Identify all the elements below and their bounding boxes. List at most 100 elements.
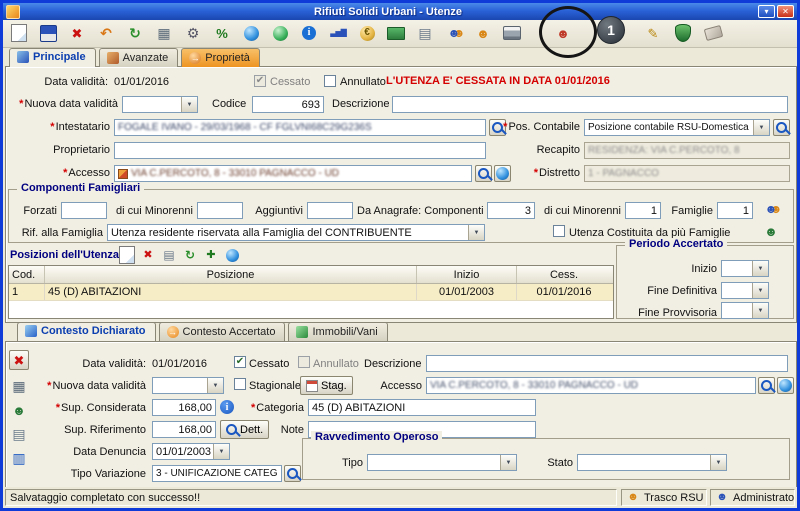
tab-immobili-vani[interactable]: Immobili/Vani — [288, 322, 387, 341]
ctx-annullato-checkbox[interactable] — [298, 356, 310, 368]
eraser-button[interactable] — [701, 21, 725, 45]
delete-position-button[interactable]: ✖ — [139, 246, 157, 264]
chevron-down-icon[interactable]: ▼ — [181, 97, 197, 112]
chevron-down-icon[interactable]: ▼ — [710, 455, 726, 470]
add-position-button[interactable]: ✚ — [202, 246, 220, 264]
grid-context-button[interactable]: ▦ — [9, 376, 29, 396]
documents-button[interactable]: ▤ — [413, 21, 437, 45]
ctx-accesso-search-button[interactable] — [758, 377, 775, 394]
ctx-accesso-map-button[interactable] — [777, 377, 794, 394]
chevron-down-icon[interactable]: ▼ — [753, 120, 769, 135]
delete-button[interactable]: ✖ — [65, 21, 89, 45]
info-icon[interactable]: i — [220, 400, 234, 414]
shield-button[interactable] — [671, 21, 695, 45]
person-context-button[interactable]: ☻ — [9, 400, 29, 420]
print-button[interactable] — [500, 21, 524, 45]
chevron-down-icon[interactable]: ▼ — [468, 225, 484, 240]
stagionale-checkbox[interactable] — [234, 378, 246, 390]
famiglia-add-button[interactable]: ☻ — [761, 221, 781, 241]
percent-button[interactable]: % — [210, 21, 234, 45]
ctx-accesso-field[interactable]: VIA C.PERCOTO, 8 - 33010 PAGNACCO - UD — [426, 377, 756, 394]
user-alert-button[interactable]: ☻ — [551, 21, 575, 45]
intestatario-field[interactable]: FOGALE IVANO - 29/03/1968 - CF FGLVNI68C… — [114, 119, 486, 136]
ravvedimento-tipo-combo[interactable]: ▼ — [367, 454, 517, 471]
pos-contabile-search-button[interactable] — [773, 119, 790, 136]
map-position-button[interactable] — [223, 246, 241, 264]
chevron-down-icon[interactable]: ▼ — [752, 261, 768, 276]
minorenni-field[interactable] — [197, 202, 243, 219]
undo-button[interactable]: ↶ — [94, 21, 118, 45]
immobili-vani-tab-icon — [296, 326, 308, 338]
ctx-descrizione-field[interactable] — [426, 355, 788, 372]
save-button[interactable] — [36, 21, 60, 45]
famiglie-detail-button[interactable]: ☻ — [761, 199, 781, 219]
book-context-button[interactable]: ▥ — [9, 448, 29, 468]
chart-button[interactable]: ▃▅▇ — [326, 21, 350, 45]
minimize-button[interactable]: ▾ — [758, 5, 775, 18]
ravvedimento-title: Ravvedimento Operoso — [311, 431, 442, 443]
fine-definitiva-combo[interactable]: ▼ — [721, 282, 769, 299]
anagrafe-minorenni-field[interactable]: 1 — [625, 202, 661, 219]
close-button[interactable]: ✕ — [777, 5, 794, 18]
rif-famiglia-combo[interactable]: Utenza residente riservata alla Famiglia… — [107, 224, 485, 241]
settings-button[interactable]: ⚙ — [181, 21, 205, 45]
tab-contesto-accertato[interactable]: →Contesto Accertato — [159, 322, 286, 341]
euro-button[interactable]: € — [355, 21, 379, 45]
famiglie-field[interactable]: 1 — [717, 202, 753, 219]
sup-considerata-field[interactable]: 168,00 — [152, 399, 216, 416]
sup-riferimento-field[interactable]: 168,00 — [152, 421, 216, 438]
sheet-context-button[interactable]: ▤ — [9, 424, 29, 444]
tab-principale[interactable]: Principale — [9, 48, 96, 67]
codice-field[interactable]: 693 — [252, 96, 324, 113]
dett-button[interactable]: Dett. — [220, 420, 269, 439]
globe-button[interactable] — [239, 21, 263, 45]
globe-green-button[interactable] — [268, 21, 292, 45]
refresh-position-button[interactable]: ↻ — [181, 246, 199, 264]
annullato-checkbox[interactable] — [324, 75, 336, 87]
banknote-button[interactable] — [384, 21, 408, 45]
status-app-cell: ☻Trasco RSU — [621, 489, 707, 506]
stag-button[interactable]: Stag. — [300, 376, 353, 395]
accesso-field[interactable]: VIA C.PERCOTO, 8 - 33010 PAGNACCO - UD — [114, 165, 472, 182]
tipo-variazione-field[interactable]: 3 - UNIFICAZIONE CATEGORI — [152, 465, 282, 482]
categoria-field[interactable]: 45 (D) ABITAZIONI — [308, 399, 536, 416]
tipo-variazione-search-button[interactable] — [284, 465, 301, 482]
chevron-down-icon[interactable]: ▼ — [207, 378, 223, 393]
aggiuntivi-field[interactable] — [307, 202, 353, 219]
chevron-down-icon[interactable]: ▼ — [752, 303, 768, 318]
ravvedimento-stato-combo[interactable]: ▼ — [577, 454, 727, 471]
cessato-checkbox[interactable]: ✔ — [254, 75, 266, 87]
chevron-down-icon[interactable]: ▼ — [213, 444, 229, 459]
person-button[interactable]: ☻ — [471, 21, 495, 45]
periodo-inizio-combo[interactable]: ▼ — [721, 260, 769, 277]
nuova-data-combo[interactable]: ▼ — [122, 96, 198, 113]
edit-note-button[interactable]: ✎ — [641, 21, 665, 45]
chevron-down-icon[interactable]: ▼ — [752, 283, 768, 298]
data-denuncia-combo[interactable]: 01/01/2003▼ — [152, 443, 230, 460]
ctx-cessato-checkbox[interactable]: ✔ — [234, 356, 246, 368]
fine-provvisoria-combo[interactable]: ▼ — [721, 302, 769, 319]
window-title: Rifiuti Solidi Urbani - Utenze — [20, 6, 756, 18]
keypad-button[interactable]: ▦ — [152, 21, 176, 45]
tab-proprieta[interactable]: →Proprietà — [181, 48, 260, 67]
refresh-button[interactable]: ↻ — [123, 21, 147, 45]
tab-avanzate[interactable]: Avanzate — [99, 48, 179, 67]
people-button[interactable]: ☻ — [442, 21, 466, 45]
forzati-field[interactable] — [61, 202, 107, 219]
chevron-down-icon[interactable]: ▼ — [500, 455, 516, 470]
new-document-button[interactable] — [7, 21, 31, 45]
descrizione-field[interactable] — [392, 96, 788, 113]
table-row[interactable]: 1 45 (D) ABITAZIONI 01/01/2003 01/01/201… — [9, 284, 613, 301]
annotation-badge: 1 — [597, 16, 625, 44]
pos-contabile-combo[interactable]: Posizione contabile RSU-Domestica▼ — [584, 119, 770, 136]
ctx-nuova-data-combo[interactable]: ▼ — [152, 377, 224, 394]
accesso-search-button[interactable] — [475, 165, 492, 182]
tab-contesto-dichiarato[interactable]: Contesto Dichiarato — [17, 322, 156, 341]
delete-context-button[interactable]: ✖ — [9, 350, 29, 370]
proprietario-field[interactable] — [114, 142, 486, 159]
copy-position-button[interactable]: ▤ — [160, 246, 178, 264]
new-position-button[interactable] — [118, 246, 136, 264]
piu-famiglie-checkbox[interactable] — [553, 225, 565, 237]
info-button[interactable]: i — [297, 21, 321, 45]
anagrafe-componenti-field[interactable]: 3 — [487, 202, 535, 219]
